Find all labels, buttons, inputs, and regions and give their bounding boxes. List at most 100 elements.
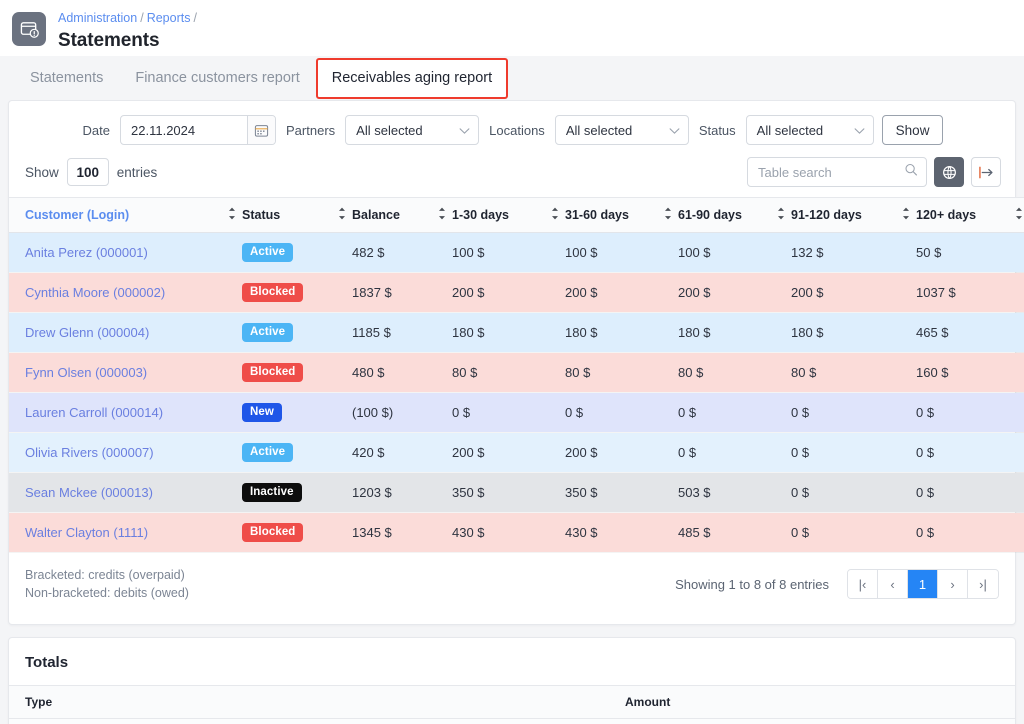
filter-bar: Date Partners All select [9,101,1015,153]
report-card: Date Partners All select [8,100,1016,625]
cell-61-90-days: 180 $ [678,313,791,353]
cell-customer-link[interactable]: Sean Mckee (000013) [9,473,242,513]
tab-statements[interactable]: Statements [14,58,119,99]
pagination-prev[interactable]: ‹ [878,570,908,598]
calendar-icon[interactable] [247,116,275,144]
search-input[interactable] [748,158,926,186]
cell-91-120-days: 0 $ [791,393,916,433]
table-row[interactable]: Lauren Carroll (000014)New(100 $)0 $0 $0… [9,393,1024,433]
status-badge: Inactive [242,483,302,502]
sort-icon [777,207,785,223]
cell-balance: 1345 $ [352,513,452,553]
table-row[interactable]: Olivia Rivers (000007)Active420 $200 $20… [9,433,1024,473]
pagination-first[interactable]: |‹ [848,570,878,598]
totals-table: Type Amount Total credit(100 $)Total deb… [9,685,1015,724]
cell-customer-link[interactable]: Walter Clayton (1111) [9,513,242,553]
cell-31-60-days: 180 $ [565,313,678,353]
column-header-1-30-days[interactable]: 1-30 days [452,198,565,233]
cell-1-30-days: 180 $ [452,313,565,353]
cell-balance: 480 $ [352,353,452,393]
column-header-status[interactable]: Status [242,198,352,233]
column-header-31-60-days-label: 31-60 days [565,208,629,222]
totals-header-row: Type Amount [9,686,1015,719]
cell-customer-link[interactable]: Anita Perez (000001) [9,233,242,273]
pagination-page-1[interactable]: 1 [908,570,938,598]
breadcrumb-item-administration[interactable]: Administration [58,11,137,25]
table-row[interactable]: Fynn Olsen (000003)Blocked480 $80 $80 $8… [9,353,1024,393]
column-header-customer[interactable]: Customer (Login) [9,198,242,233]
column-header-balance[interactable]: Balance [352,198,452,233]
cell-balance: 1185 $ [352,313,452,353]
table-tools: Show entries [9,153,1015,197]
cell-balance: 482 $ [352,233,452,273]
locations-select[interactable]: All selected [555,115,689,145]
cell-customer-link[interactable]: Fynn Olsen (000003) [9,353,242,393]
table-row[interactable]: Cynthia Moore (000002)Blocked1837 $200 $… [9,273,1024,313]
tab-receivables-aging-report[interactable]: Receivables aging report [316,58,508,99]
cell-customer-link[interactable]: Drew Glenn (000004) [9,313,242,353]
totals-column-header-amount: Amount [609,686,1015,719]
cell-balance: 420 $ [352,433,452,473]
column-header-1-30-days-label: 1-30 days [452,208,509,222]
cell-customer-link[interactable]: Cynthia Moore (000002) [9,273,242,313]
status-label: Status [697,123,738,138]
status-badge: New [242,403,282,422]
pagination-area: Showing 1 to 8 of 8 entries |‹‹1››| [675,569,999,599]
cell-61-90-days: 485 $ [678,513,791,553]
cell-1-30-days: 100 $ [452,233,565,273]
cell-61-90-days: 0 $ [678,433,791,473]
chevron-down-icon [854,123,865,138]
show-entries-label: Show [25,165,59,180]
column-header-balance-label: Balance [352,208,400,222]
cell-61-90-days: 80 $ [678,353,791,393]
status-badge: Blocked [242,283,303,302]
status-select[interactable]: All selected [746,115,874,145]
export-arrow-icon[interactable] [971,157,1001,187]
sort-icon [1015,207,1023,223]
table-body: Anita Perez (000001)Active482 $100 $100 … [9,233,1024,553]
entries-count-input[interactable] [67,158,109,186]
cell-customer-link[interactable]: Lauren Carroll (000014) [9,393,242,433]
cell-61-90-days: 100 $ [678,233,791,273]
cell-31-60-days: 0 $ [565,393,678,433]
cell-status: Active [242,313,352,353]
cell-120-plus-days: 1037 $ [916,273,1024,313]
sort-icon [228,207,236,223]
cell-120-plus-days: 50 $ [916,233,1024,273]
tab-finance-customers-report[interactable]: Finance customers report [119,58,315,99]
totals-title: Totals [9,638,1015,685]
column-header-91-120-days[interactable]: 91-120 days [791,198,916,233]
cell-1-30-days: 430 $ [452,513,565,553]
table-footer: Bracketed: credits (overpaid) Non-bracke… [9,553,1015,624]
cell-1-30-days: 350 $ [452,473,565,513]
partners-select-value: All selected [356,123,422,138]
pagination-last[interactable]: ›| [968,570,998,598]
cell-31-60-days: 80 $ [565,353,678,393]
breadcrumb-item-reports[interactable]: Reports [147,11,191,25]
cell-balance: (100 $) [352,393,452,433]
table-row[interactable]: Anita Perez (000001)Active482 $100 $100 … [9,233,1024,273]
pagination-next[interactable]: › [938,570,968,598]
table-row[interactable]: Sean Mckee (000013)Inactive1203 $350 $35… [9,473,1024,513]
date-input[interactable] [121,116,247,144]
partners-select[interactable]: All selected [345,115,479,145]
status-badge: Blocked [242,363,303,382]
locations-label: Locations [487,123,547,138]
legend-line-debits: Non-bracketed: debits (owed) [25,584,189,602]
cell-customer-link[interactable]: Olivia Rivers (000007) [9,433,242,473]
refresh-globe-icon[interactable] [934,157,964,187]
column-header-120-plus-days[interactable]: 120+ days [916,198,1024,233]
cell-120-plus-days: 160 $ [916,353,1024,393]
totals-table-body: Total credit(100 $)Total debit6953 $ [9,719,1015,724]
cell-61-90-days: 503 $ [678,473,791,513]
chevron-down-icon [459,123,470,138]
column-header-61-90-days[interactable]: 61-90 days [678,198,791,233]
table-row[interactable]: Walter Clayton (1111)Blocked1345 $430 $4… [9,513,1024,553]
column-header-31-60-days[interactable]: 31-60 days [565,198,678,233]
cell-1-30-days: 80 $ [452,353,565,393]
status-badge: Active [242,243,293,262]
table-row[interactable]: Drew Glenn (000004)Active1185 $180 $180 … [9,313,1024,353]
show-button[interactable]: Show [882,115,944,145]
cell-120-plus-days: 0 $ [916,513,1024,553]
cell-31-60-days: 350 $ [565,473,678,513]
